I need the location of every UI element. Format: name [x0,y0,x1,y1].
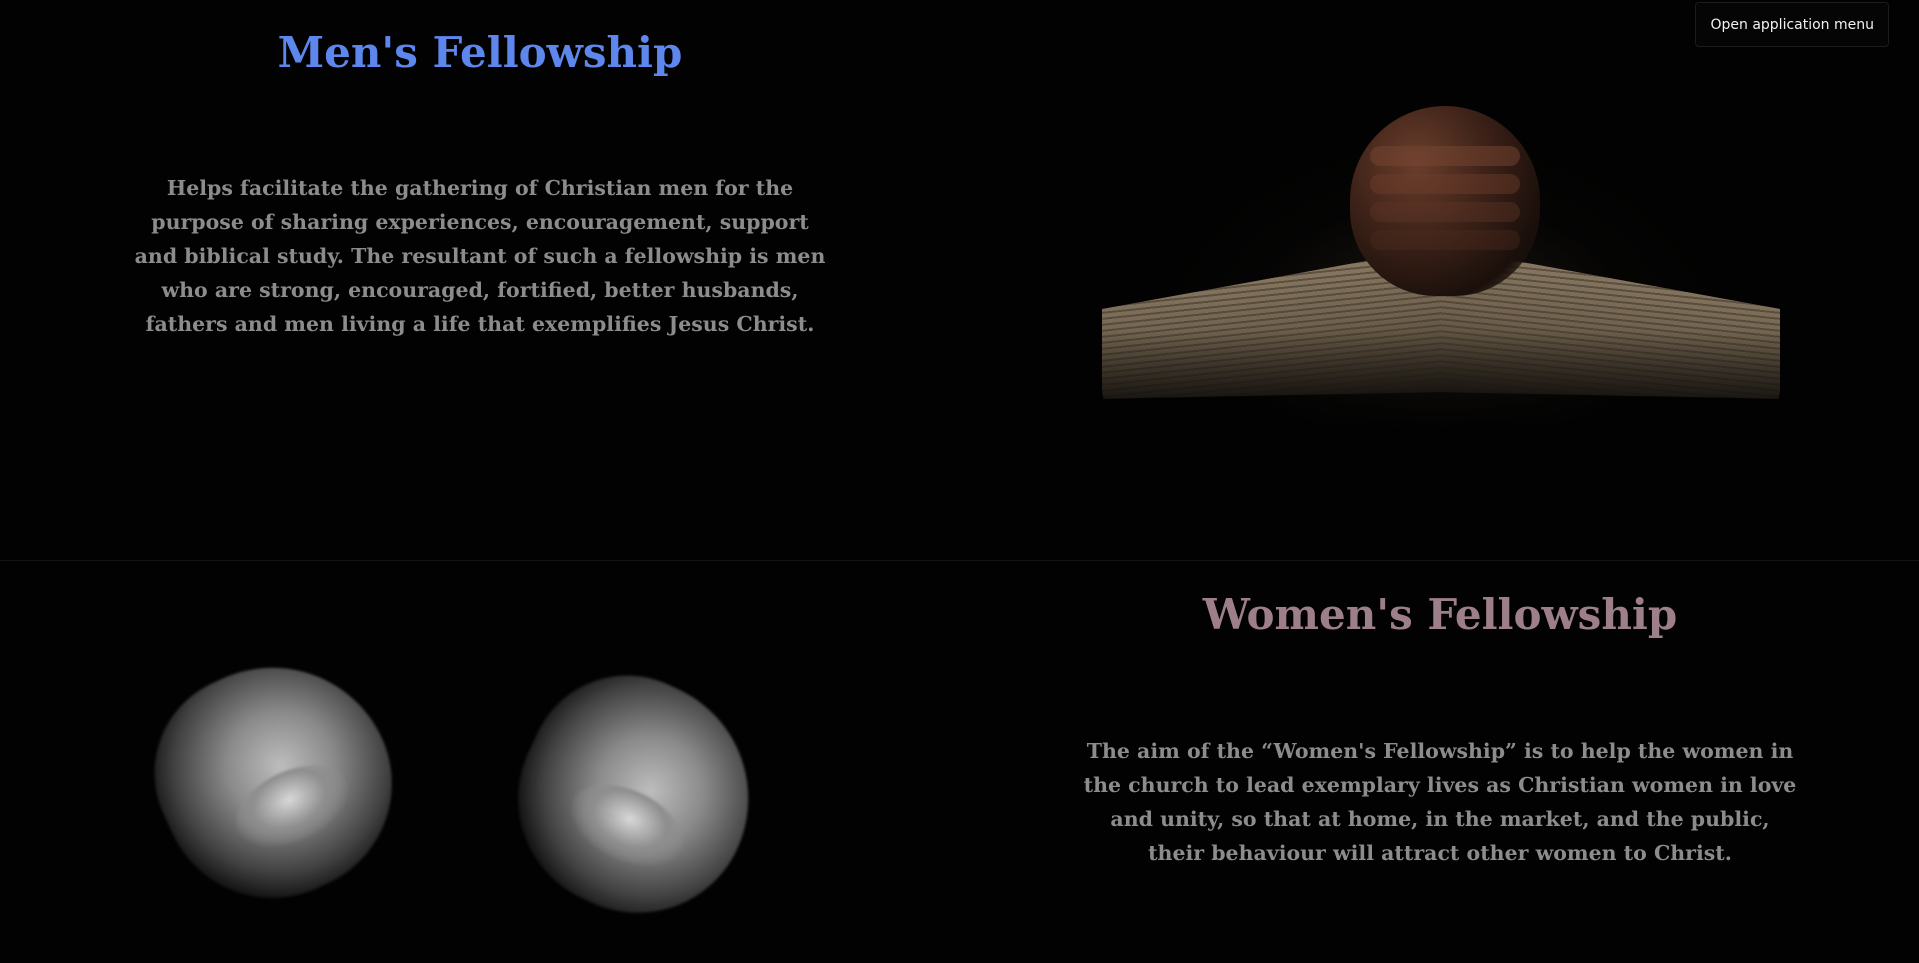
mens-fellowship-text: Men's Fellowship Helps facilitate the ga… [120,0,840,341]
womens-fellowship-description: The aim of the “Women's Fellowship” is t… [1083,739,1797,866]
womens-fellowship-text: Women's Fellowship The aim of the “Women… [1069,561,1811,870]
mens-fellowship-section: Men's Fellowship Helps facilitate the ga… [0,0,1919,560]
praying-hands-on-bible-image [1100,100,1780,470]
mens-fellowship-description: Helps facilitate the gathering of Christ… [134,176,826,337]
open-application-menu-button[interactable]: Open application menu [1695,2,1889,47]
right-hand-icon [482,656,780,926]
mens-fellowship-title: Men's Fellowship [277,28,683,77]
left-hand-icon [140,656,428,926]
page: Open application menu Men's Fellowship H… [0,0,1919,963]
womens-fellowship-title: Women's Fellowship [1202,590,1678,639]
womens-fellowship-section: Women's Fellowship The aim of the “Women… [0,560,1919,963]
open-hands-image [140,656,780,926]
